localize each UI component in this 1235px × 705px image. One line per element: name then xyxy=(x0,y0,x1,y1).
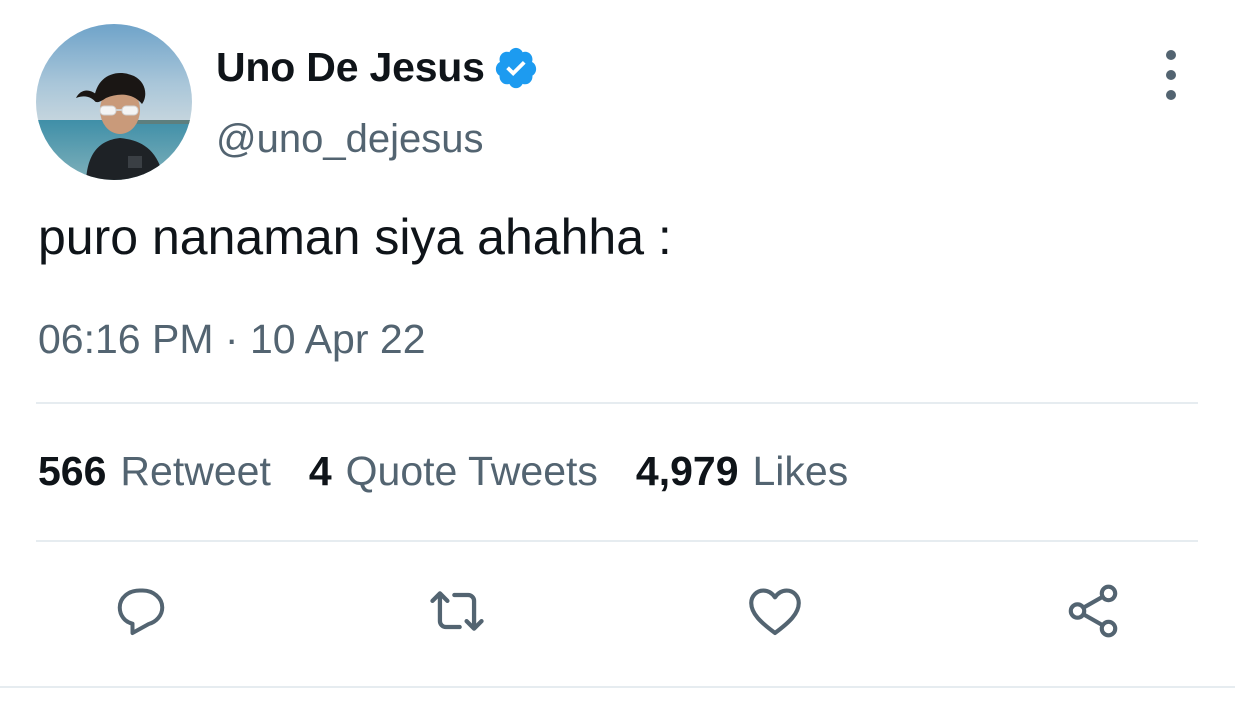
avatar[interactable] xyxy=(36,24,192,180)
divider xyxy=(36,402,1198,404)
likes-stat[interactable]: 4,979 Likes xyxy=(636,448,848,495)
display-name[interactable]: Uno De Jesus xyxy=(216,44,539,91)
divider xyxy=(36,540,1198,542)
action-bar xyxy=(0,576,1235,656)
tweet-timestamp[interactable]: 06:16 PM · 10 Apr 22 xyxy=(38,316,426,363)
likes-count: 4,979 xyxy=(635,448,739,494)
retweets-count: 566 xyxy=(38,448,107,494)
reply-icon xyxy=(117,588,165,635)
timestamp-separator: · xyxy=(224,316,239,362)
quote-tweets-count: 4 xyxy=(308,448,332,494)
tweet-time: 06:16 PM xyxy=(38,316,214,362)
quote-tweets-label: Quote Tweets xyxy=(345,448,598,494)
share-icon xyxy=(1068,584,1118,638)
quote-tweets-stat[interactable]: 4 Quote Tweets xyxy=(309,448,598,495)
retweets-stat[interactable]: 566 Retweet xyxy=(38,448,271,495)
tweet-date: 10 Apr 22 xyxy=(249,316,426,362)
divider xyxy=(0,686,1235,688)
tweet-card: Uno De Jesus @uno_dejesus puro nanaman s… xyxy=(0,0,1235,705)
share-button[interactable] xyxy=(1058,576,1128,646)
more-options-icon[interactable] xyxy=(1150,50,1192,100)
engagement-stats: 566 Retweet 4 Quote Tweets 4,979 Likes xyxy=(38,448,886,495)
avatar-photo xyxy=(36,24,192,180)
tweet-text: puro nanaman siya ahahha : xyxy=(38,209,672,265)
retweets-label: Retweet xyxy=(120,448,271,494)
verified-badge-icon xyxy=(493,45,539,91)
heart-icon xyxy=(749,588,801,636)
retweet-button[interactable] xyxy=(422,576,492,646)
like-button[interactable] xyxy=(740,576,810,646)
retweet-icon xyxy=(430,591,484,631)
display-name-text: Uno De Jesus xyxy=(216,44,485,90)
likes-label: Likes xyxy=(752,448,849,494)
reply-button[interactable] xyxy=(106,576,176,646)
user-handle[interactable]: @uno_dejesus xyxy=(216,117,483,162)
